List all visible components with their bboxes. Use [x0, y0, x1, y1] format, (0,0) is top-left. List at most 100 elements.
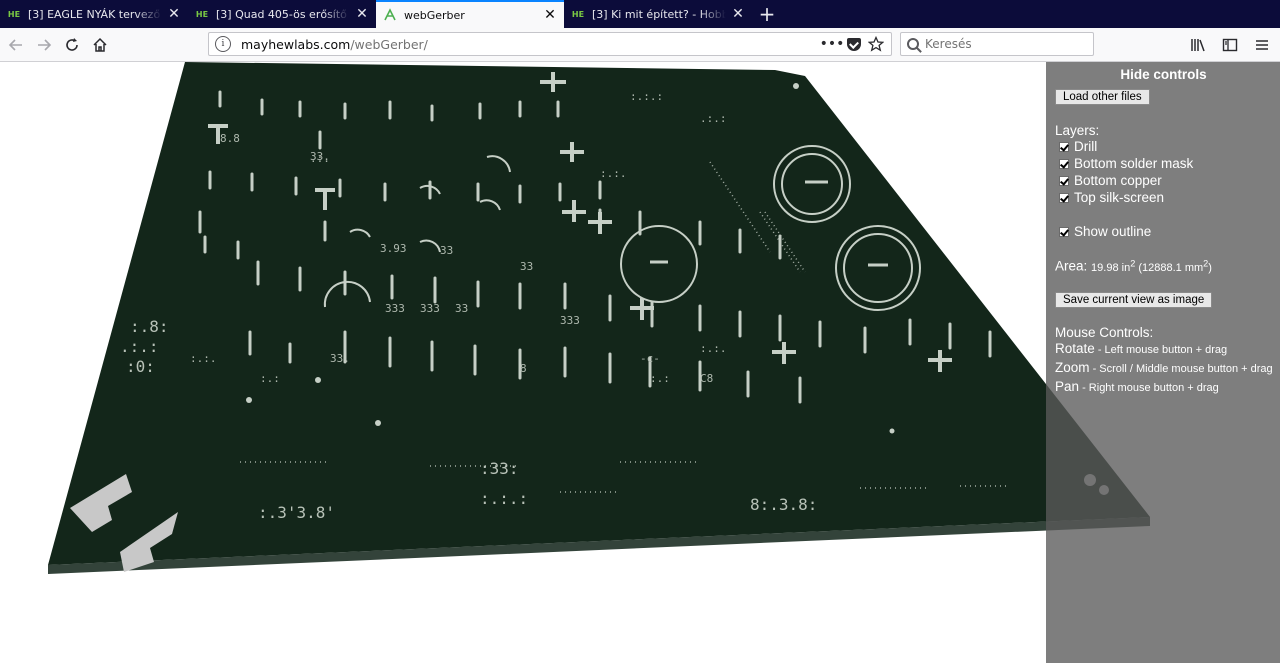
area-in-unit-sup: 2 — [1130, 258, 1136, 268]
sidebar-icon[interactable] — [1216, 31, 1244, 59]
svg-text::.:.: :.:. — [600, 167, 627, 180]
url-bar[interactable]: i mayhewlabs.com/webGerber/ ••• — [208, 32, 892, 56]
mouse-action: Zoom — [1055, 359, 1090, 375]
layer-label: Bottom copper — [1074, 173, 1162, 188]
svg-text:.:.: .:. — [310, 152, 330, 165]
tab-title: [3] Quad 405-ös erősítő tapasztalatok — [216, 7, 350, 21]
layer-top-silk-screen-checkbox[interactable] — [1059, 192, 1069, 203]
layer-drill-checkbox[interactable] — [1059, 141, 1069, 152]
svg-text:C8: C8 — [700, 372, 713, 385]
bookmark-star-icon[interactable] — [867, 35, 885, 53]
pocket-icon[interactable] — [847, 37, 861, 51]
show-outline-option[interactable]: Show outline — [1055, 223, 1272, 240]
layer-bottom-solder-mask[interactable]: Bottom solder mask — [1055, 155, 1272, 172]
layer-label: Top silk-screen — [1074, 190, 1165, 205]
mouse-control-pan: Pan - Right mouse button + drag — [1055, 378, 1272, 397]
layer-bottom-solder-mask-checkbox[interactable] — [1059, 158, 1069, 169]
reload-icon[interactable] — [58, 31, 86, 59]
controls-panel: Hide controls Load other files Layers: D… — [1046, 62, 1280, 663]
mouse-desc: - Scroll / Middle mouse button + drag — [1089, 362, 1273, 375]
search-bar[interactable] — [900, 32, 1094, 56]
svg-text::33:: :33: — [480, 459, 519, 478]
tab-title: webGerber — [404, 8, 465, 22]
svg-text:8: 8 — [520, 362, 527, 375]
new-tab-icon[interactable]: + — [754, 0, 780, 28]
svg-text:333: 333 — [420, 302, 440, 315]
layer-bottom-copper-checkbox[interactable] — [1059, 175, 1069, 186]
close-icon[interactable]: ✕ — [354, 6, 370, 22]
svg-text:3.93: 3.93 — [380, 242, 407, 255]
toolbar-right — [1184, 31, 1276, 59]
tab-quad-405[interactable]: HE [3] Quad 405-ös erősítő tapasztalatok… — [188, 0, 376, 28]
svg-text::.3'3.8': :.3'3.8' — [258, 503, 335, 522]
svg-text:33: 33 — [455, 302, 468, 315]
svg-text::.:.: :.:. — [700, 342, 727, 355]
mouse-desc: - Right mouse button + drag — [1079, 381, 1219, 394]
svg-text::.:.: :.:. — [190, 352, 217, 365]
svg-text:.:.:: .:.: — [120, 337, 159, 356]
url-actions: ••• — [820, 35, 885, 53]
page-content: :.3'3.8' :33: :.:.: 8:.3.8: :.8: .:.: :0… — [0, 62, 1280, 663]
save-view-as-image-button[interactable]: Save current view as image — [1055, 291, 1213, 308]
back-arrow-icon[interactable] — [2, 31, 30, 59]
site-info-icon[interactable]: i — [215, 36, 231, 52]
mouse-controls-title: Mouse Controls: — [1055, 324, 1154, 340]
layer-drill[interactable]: Drill — [1055, 138, 1272, 155]
show-outline-label: Show outline — [1074, 224, 1152, 239]
svg-text::.:.:: :.:.: — [630, 90, 663, 103]
show-outline-checkbox[interactable] — [1059, 226, 1069, 237]
svg-text::.:: :.: — [650, 372, 670, 385]
mouse-desc: - Left mouse button + drag — [1094, 343, 1228, 356]
forward-arrow-icon[interactable] — [30, 31, 58, 59]
svg-text::.:: :.: — [260, 372, 280, 385]
tab-eagle-nyak[interactable]: HE [3] EAGLE NYÁK tervező - Hobbielektro… — [0, 0, 188, 28]
search-icon — [907, 38, 919, 50]
hamburger-menu-icon[interactable] — [1248, 31, 1276, 59]
mouse-action: Rotate — [1055, 340, 1095, 356]
tab-webgerber[interactable]: webGerber ✕ — [376, 0, 564, 28]
hobbielektronika-favicon-icon: HE — [571, 9, 585, 19]
home-icon[interactable] — [86, 31, 114, 59]
url-path: /webGerber/ — [350, 36, 428, 52]
hobbielektronika-favicon-icon: HE — [195, 9, 209, 19]
url-text[interactable]: mayhewlabs.com/webGerber/ — [241, 37, 823, 52]
pcb-board — [48, 62, 1150, 565]
svg-text::.8:: :.8: — [130, 317, 169, 336]
layer-bottom-copper[interactable]: Bottom copper — [1055, 172, 1272, 189]
svg-text::0:: :0: — [126, 357, 155, 376]
mouse-action: Pan — [1055, 378, 1080, 394]
library-icon[interactable] — [1184, 31, 1212, 59]
close-icon[interactable]: ✕ — [166, 6, 182, 22]
svg-text::.:.:: :.:.: — [480, 489, 528, 508]
svg-text:333: 333 — [385, 302, 405, 315]
webgerber-icon — [382, 8, 398, 22]
svg-text:8:.3.8:: 8:.3.8: — [750, 495, 817, 514]
mouse-control-zoom: Zoom - Scroll / Middle mouse button + dr… — [1055, 359, 1273, 378]
close-icon[interactable]: ✕ — [730, 6, 746, 22]
area-label: Area: — [1055, 258, 1088, 274]
hide-controls-link[interactable]: Hide controls — [1055, 67, 1272, 82]
svg-text:8.8: 8.8 — [220, 132, 240, 145]
tab-strip: HE [3] EAGLE NYÁK tervező - Hobbielektro… — [0, 0, 1280, 28]
navigation-toolbar: i mayhewlabs.com/webGerber/ ••• — [0, 28, 1280, 62]
svg-text:33.: 33. — [330, 352, 350, 365]
area-close: ) — [1208, 261, 1212, 274]
hobbielektronika-favicon-icon: HE — [7, 9, 21, 19]
tab-ki-mit-epitett[interactable]: HE [3] Ki mit épített? - Hobbielektronik… — [564, 0, 752, 28]
search-input[interactable] — [925, 37, 1075, 51]
svg-text:33: 33 — [520, 260, 533, 273]
layer-label: Bottom solder mask — [1074, 156, 1194, 171]
svg-text:33: 33 — [440, 244, 453, 257]
layers-label: Layers: — [1055, 123, 1100, 138]
area-readout: Area: 19.98 in2 (12888.1 mm2) — [1055, 258, 1272, 274]
svg-text:333: 333 — [560, 314, 580, 327]
load-other-files-button[interactable]: Load other files — [1055, 89, 1150, 105]
url-domain: mayhewlabs.com — [241, 36, 351, 52]
area-in-value: 19.98 in — [1091, 261, 1131, 274]
tab-title: [3] EAGLE NYÁK tervező - Hobbielektronik… — [28, 7, 162, 21]
layer-label: Drill — [1074, 139, 1098, 154]
close-icon[interactable]: ✕ — [542, 7, 558, 23]
area-mm-value: (12888.1 mm — [1138, 261, 1204, 274]
page-actions-ellipsis-icon[interactable]: ••• — [820, 35, 845, 53]
layer-top-silk-screen[interactable]: Top silk-screen — [1055, 189, 1272, 206]
